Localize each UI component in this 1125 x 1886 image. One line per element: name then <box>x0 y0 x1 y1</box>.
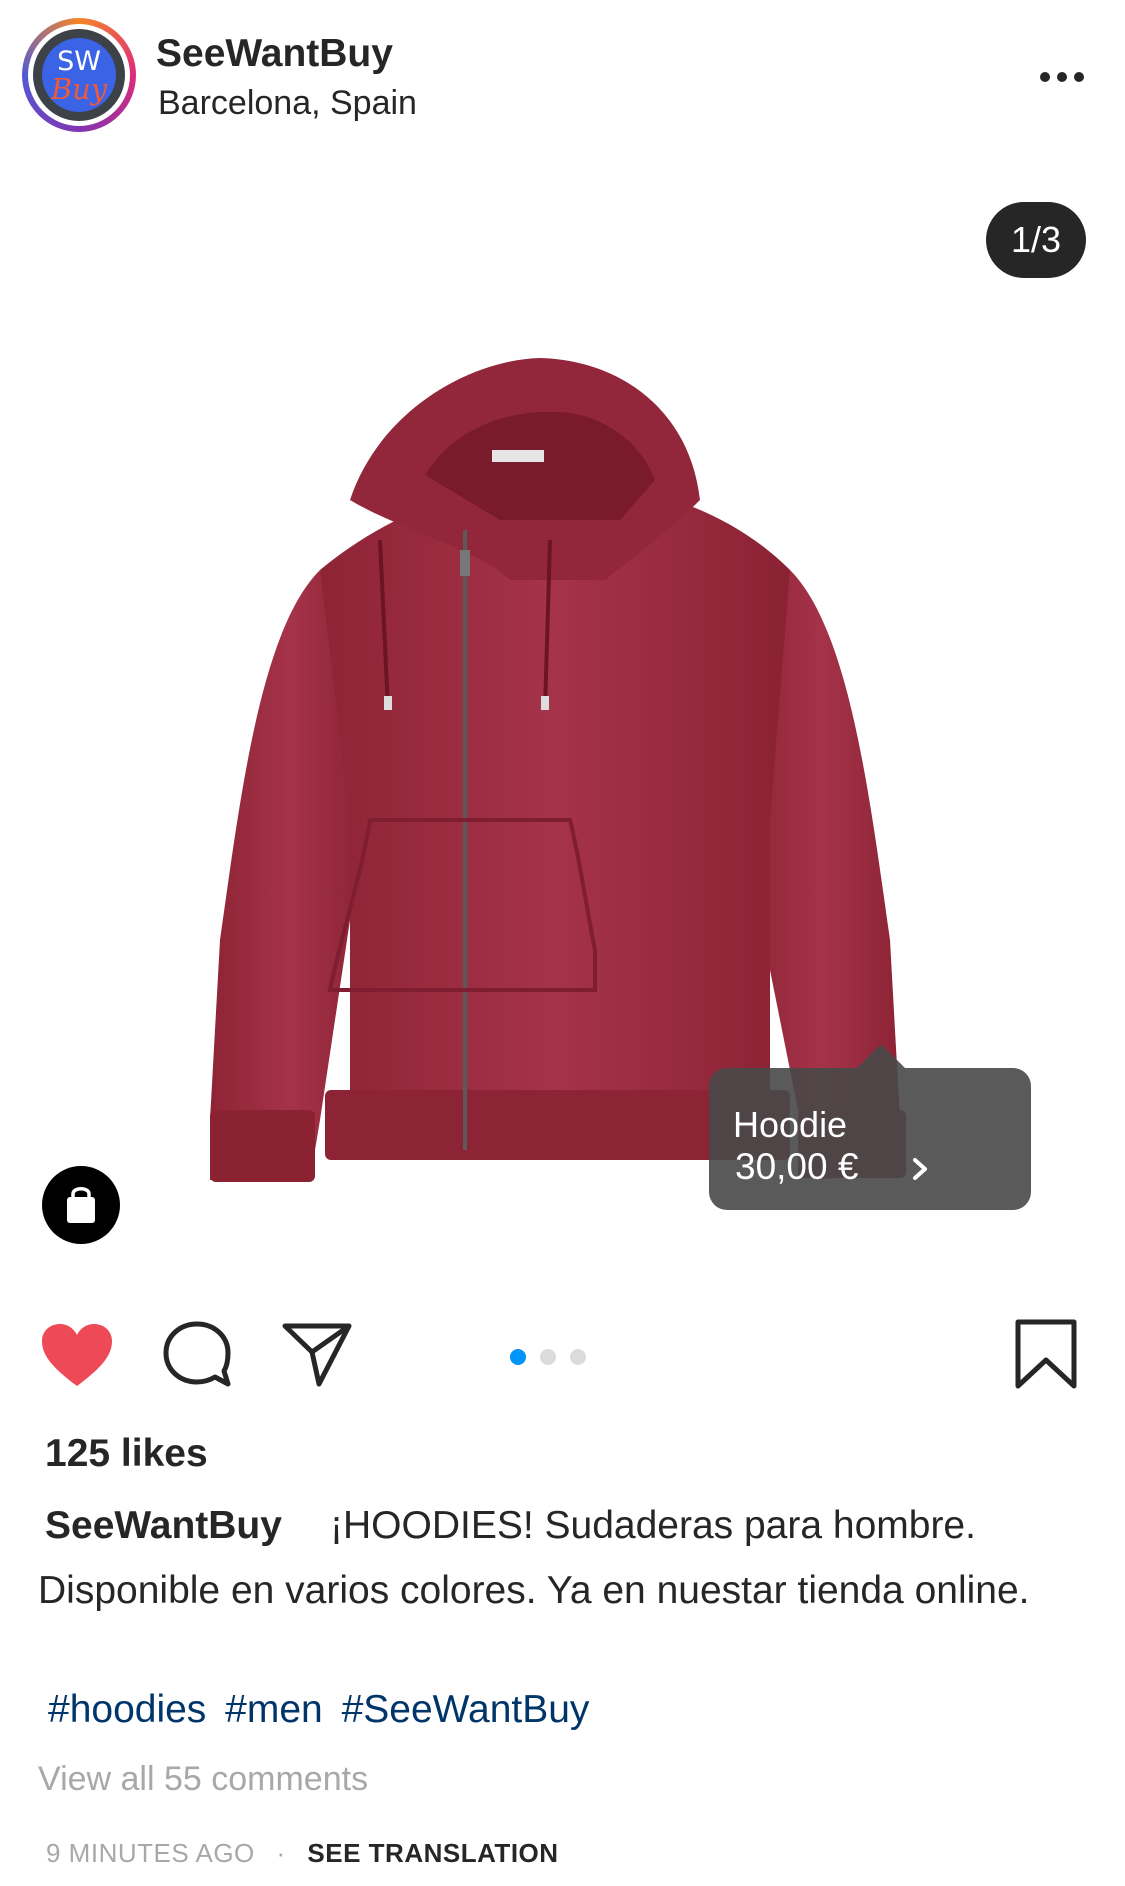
product-tag[interactable]: Hoodie 30,00 € <box>709 1068 1031 1210</box>
action-bar <box>0 1290 1125 1410</box>
comment-icon[interactable] <box>162 1320 232 1390</box>
slide-counter: 1/3 <box>986 202 1086 278</box>
seewantbuy-logo: SW Buy <box>42 38 116 112</box>
view-comments-link[interactable]: View all 55 comments <box>38 1760 368 1799</box>
caption-text: Disponible en varios colores. Ya en nues… <box>38 1569 1030 1612</box>
hashtags: #hoodies #men #SeeWantBuy <box>48 1688 597 1732</box>
send-icon[interactable] <box>282 1320 352 1390</box>
shopping-bag-button[interactable] <box>42 1166 120 1244</box>
caption-username[interactable]: SeeWantBuy <box>45 1501 282 1551</box>
likes-count[interactable]: 125 likes <box>45 1432 208 1476</box>
carousel-dot-active <box>510 1349 526 1365</box>
carousel-dot <box>570 1349 586 1365</box>
caption-text: ¡HOODIES! Sudaderas para hombre. <box>330 1504 976 1547</box>
hashtag-link[interactable]: #SeeWantBuy <box>342 1688 590 1731</box>
post-timestamp: 9 MINUTES AGO <box>46 1838 255 1868</box>
bookmark-icon[interactable] <box>1014 1318 1078 1390</box>
chevron-right-icon <box>913 1158 927 1180</box>
product-price: 30,00 € <box>735 1146 859 1187</box>
product-name: Hoodie <box>733 1104 848 1145</box>
see-translation-link[interactable]: SEE TRANSLATION <box>307 1838 558 1868</box>
post-footer: 9 MINUTES AGO · SEE TRANSLATION <box>46 1838 559 1869</box>
hashtag-link[interactable]: #hoodies <box>48 1688 206 1731</box>
heart-filled-icon[interactable] <box>40 1322 114 1388</box>
avatar[interactable]: SW Buy <box>22 18 136 132</box>
tag-pointer <box>857 1044 905 1068</box>
hashtag-link[interactable]: #men <box>225 1688 323 1731</box>
shopping-bag-icon <box>67 1187 95 1223</box>
carousel-dot <box>540 1349 556 1365</box>
post-header: SW Buy SeeWantBuy Barcelona, Spain <box>0 0 1125 150</box>
post-media[interactable]: 1/3 Hoodie 30,00 € <box>0 150 1125 1275</box>
post-username[interactable]: SeeWantBuy <box>156 32 393 76</box>
post-location[interactable]: Barcelona, Spain <box>158 84 417 123</box>
more-options-icon[interactable] <box>1040 72 1084 84</box>
separator: · <box>276 1838 286 1868</box>
